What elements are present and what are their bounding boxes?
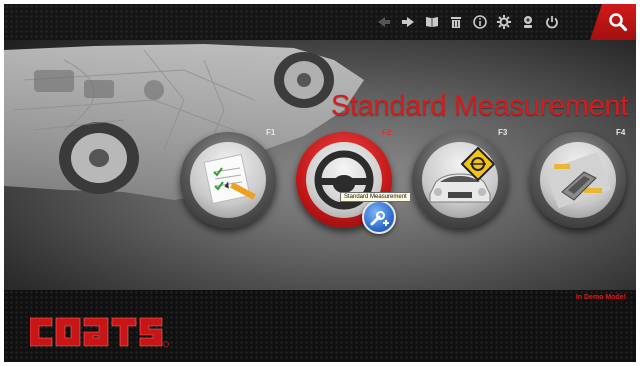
- f1-notepad-button[interactable]: [180, 132, 276, 228]
- bottom-bar: In Demo Mode!: [4, 290, 636, 362]
- back-arrow-icon[interactable]: [376, 14, 392, 30]
- info-icon[interactable]: [472, 14, 488, 30]
- main-stage: Standard Measurement F1 F2 F3 F4 Standar…: [4, 40, 636, 290]
- coats-logo: [29, 314, 170, 355]
- f2-key-label: F2: [382, 128, 392, 137]
- forward-arrow-icon[interactable]: [400, 14, 416, 30]
- wrench-plus-icon: [362, 200, 396, 234]
- demo-mode-status: In Demo Mode!: [575, 294, 626, 301]
- f1-key-label: F1: [266, 128, 276, 137]
- tooltip: Standard Measurement: [340, 192, 411, 202]
- help-person-icon[interactable]: [520, 14, 536, 30]
- function-title: Standard Measurement: [330, 90, 628, 122]
- book-icon[interactable]: [424, 14, 440, 30]
- f3-car-alignment-button[interactable]: [412, 132, 508, 228]
- trash-icon[interactable]: [448, 14, 464, 30]
- app-window: Standard Measurement F1 F2 F3 F4 Standar…: [4, 4, 636, 362]
- notepad-pencil-icon: [190, 142, 266, 218]
- car-alignment-sign-icon: [422, 142, 498, 218]
- f4-key-label: F4: [616, 128, 626, 137]
- top-toolbar: [4, 4, 636, 40]
- search-button[interactable]: [590, 4, 636, 40]
- power-icon[interactable]: [544, 14, 560, 30]
- f4-vehicle-lift-button[interactable]: [530, 132, 626, 228]
- search-icon: [608, 12, 628, 37]
- vehicle-lift-icon: [540, 142, 616, 218]
- settings-gear-icon[interactable]: [496, 14, 512, 30]
- f3-key-label: F3: [498, 128, 508, 137]
